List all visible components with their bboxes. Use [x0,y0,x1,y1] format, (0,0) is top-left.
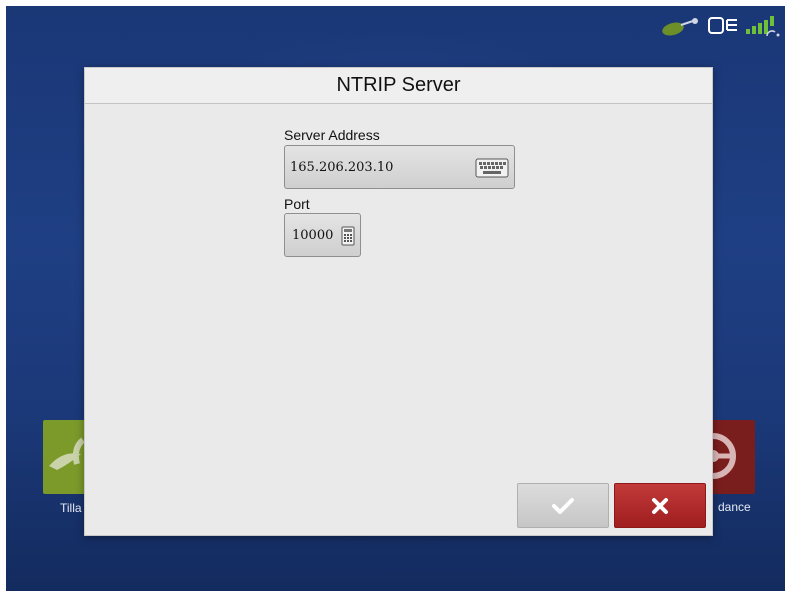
port-field[interactable]: 10000 [284,213,361,257]
cancel-button[interactable] [614,483,706,528]
status-bar [659,14,781,38]
tillage-tile-label: Tilla [60,501,82,515]
dialog-header: NTRIP Server [85,68,712,104]
guidance-tile-label: dance [718,500,751,514]
port-label: Port [284,196,310,212]
keypad-icon [341,226,355,251]
server-address-label: Server Address [284,127,380,143]
ok-button[interactable] [517,483,609,528]
dialog-title: NTRIP Server [336,74,461,96]
display-icon[interactable] [707,15,739,37]
server-address-value: 165.206.203.10 [290,159,394,175]
gps-signal-icon[interactable] [745,14,781,38]
ntrip-server-dialog: NTRIP Server Server Address 165.206.203.… [84,67,713,536]
server-address-field[interactable]: 165.206.203.10 [284,145,515,189]
close-icon [652,497,668,514]
implement-icon[interactable] [659,15,701,37]
port-value: 10000 [292,227,334,243]
checkmark-icon [552,497,574,514]
keyboard-icon [475,158,509,183]
